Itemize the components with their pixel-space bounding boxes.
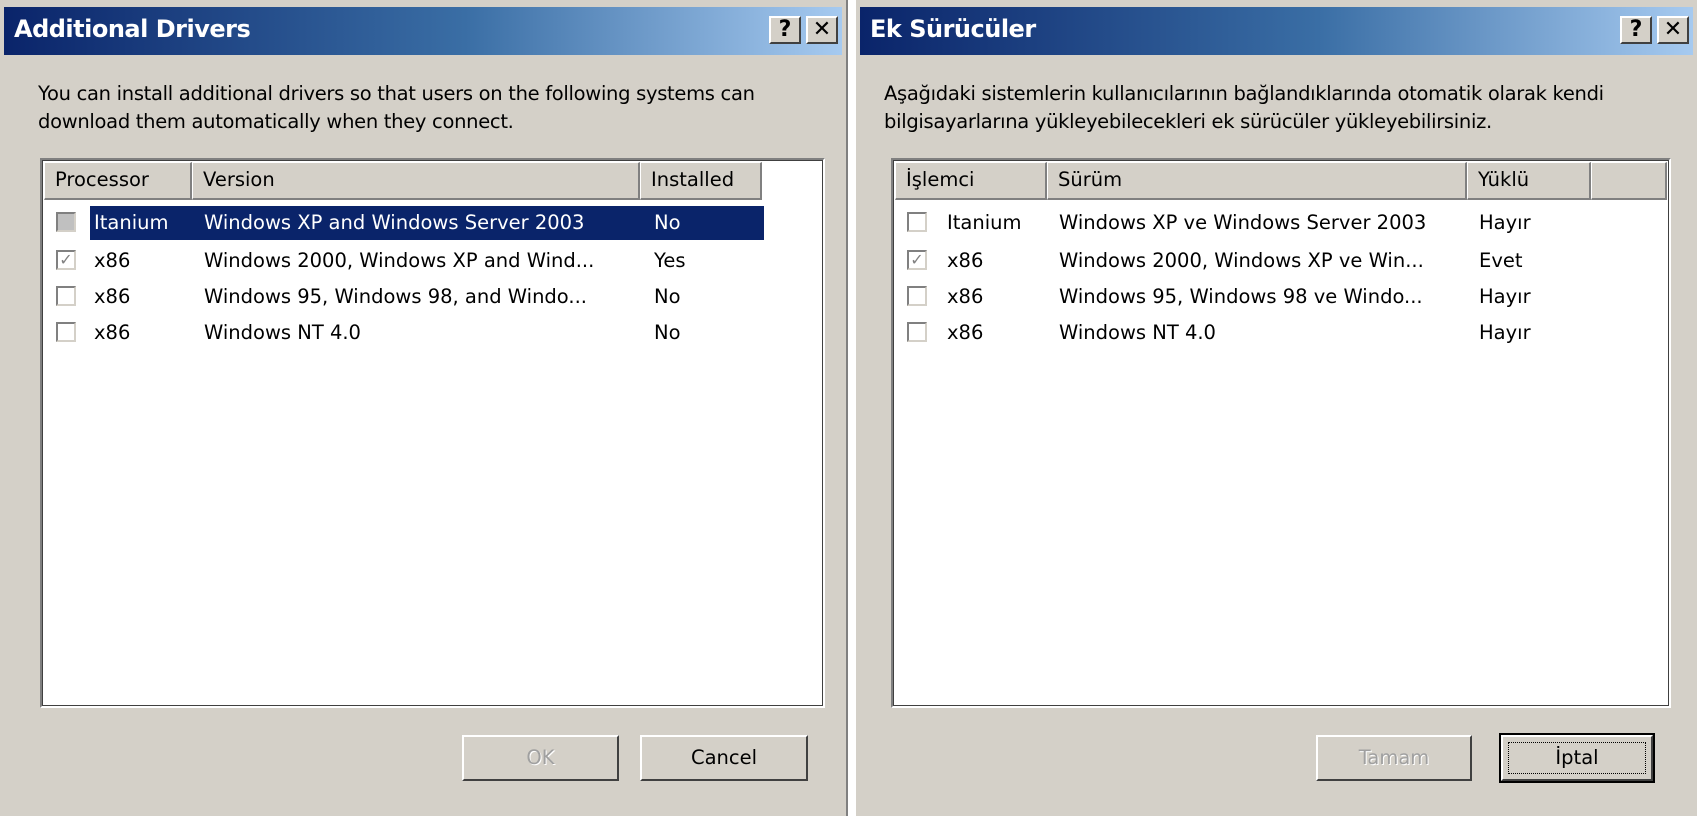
row-checkbox[interactable]: ✓ — [56, 250, 76, 270]
list-item[interactable]: x86 Windows 95, Windows 98 ve Windo... H… — [895, 278, 1665, 316]
dialog-title: Additional Drivers — [14, 15, 251, 43]
installed-cell: Hayır — [1479, 285, 1531, 308]
column-header-empty — [1591, 162, 1667, 200]
processor-cell: x86 — [94, 249, 131, 272]
installed-cell: Yes — [654, 249, 686, 272]
cancel-button[interactable]: Cancel — [640, 735, 808, 781]
additional-drivers-dialog: Additional Drivers ? ✕ You can install a… — [0, 0, 848, 816]
drivers-list[interactable]: İşlemci Sürüm Yüklü Itanium Windows XP v… — [891, 158, 1671, 708]
list-item[interactable]: Itanium Windows XP and Windows Server 20… — [44, 204, 764, 242]
row-checkbox[interactable] — [907, 286, 927, 306]
close-icon: ✕ — [812, 17, 832, 42]
list-item[interactable]: x86 Windows 95, Windows 98, and Windo...… — [44, 278, 764, 316]
version-cell: Windows XP ve Windows Server 2003 — [1059, 211, 1427, 234]
title-bar[interactable]: Ek Sürücüler ? ✕ — [860, 7, 1693, 55]
version-cell: Windows 95, Windows 98, and Windo... — [204, 285, 587, 308]
question-mark-icon: ? — [778, 17, 792, 42]
list-item[interactable]: ✓ x86 Windows 2000, Windows XP ve Win...… — [895, 242, 1665, 280]
close-button[interactable]: ✕ — [1657, 16, 1689, 44]
processor-cell: x86 — [947, 249, 984, 272]
column-header-version[interactable]: Version — [192, 162, 640, 200]
cancel-button[interactable]: İptal — [1499, 733, 1655, 783]
processor-cell: x86 — [94, 321, 131, 344]
installed-cell: No — [654, 285, 681, 308]
checkmark-icon: ✓ — [59, 250, 73, 269]
question-mark-icon: ? — [1629, 17, 1643, 42]
processor-cell: x86 — [947, 321, 984, 344]
column-header-installed[interactable]: Yüklü — [1467, 162, 1591, 200]
description-text: Aşağıdaki sistemlerin kullanıcılarının b… — [884, 82, 1604, 133]
row-checkbox[interactable]: ✓ — [907, 250, 927, 270]
drivers-list[interactable]: Processor Version Installed Itanium Wind… — [40, 158, 825, 708]
installed-cell: No — [654, 321, 681, 344]
checkmark-icon: ✓ — [910, 250, 924, 269]
focus-rectangle — [1508, 742, 1646, 774]
column-header-installed[interactable]: Installed — [640, 162, 762, 200]
list-item[interactable]: x86 Windows NT 4.0 No — [44, 314, 764, 352]
help-button[interactable]: ? — [769, 16, 801, 44]
version-cell: Windows 2000, Windows XP ve Win... — [1059, 249, 1424, 272]
ek-suruculer-dialog: Ek Sürücüler ? ✕ Aşağıdaki sistemlerin k… — [855, 0, 1697, 816]
ok-button[interactable]: Tamam — [1316, 735, 1472, 781]
version-cell: Windows 95, Windows 98 ve Windo... — [1059, 285, 1423, 308]
help-button[interactable]: ? — [1620, 16, 1652, 44]
installed-cell: No — [640, 206, 764, 240]
processor-cell: x86 — [947, 285, 984, 308]
processor-cell: Itanium — [90, 206, 194, 240]
processor-cell: Itanium — [947, 211, 1022, 234]
installed-cell: Evet — [1479, 249, 1523, 272]
description-text: You can install additional drivers so th… — [38, 82, 755, 133]
row-checkbox[interactable] — [56, 322, 76, 342]
list-item[interactable]: Itanium Windows XP ve Windows Server 200… — [895, 204, 1665, 242]
row-checkbox[interactable] — [56, 212, 76, 232]
column-header-version[interactable]: Sürüm — [1047, 162, 1467, 200]
title-bar[interactable]: Additional Drivers ? ✕ — [4, 7, 842, 55]
list-item[interactable]: x86 Windows NT 4.0 Hayır — [895, 314, 1665, 352]
version-cell: Windows 2000, Windows XP and Wind... — [204, 249, 595, 272]
installed-cell: Hayır — [1479, 321, 1531, 344]
close-icon: ✕ — [1663, 17, 1683, 42]
ok-button[interactable]: OK — [462, 735, 619, 781]
version-cell: Windows XP and Windows Server 2003 — [190, 206, 640, 240]
row-checkbox[interactable] — [907, 322, 927, 342]
dialog-title: Ek Sürücüler — [870, 15, 1036, 43]
close-button[interactable]: ✕ — [806, 16, 838, 44]
row-checkbox[interactable] — [907, 212, 927, 232]
installed-cell: Hayır — [1479, 211, 1531, 234]
processor-cell: x86 — [94, 285, 131, 308]
column-header-processor[interactable]: Processor — [44, 162, 192, 200]
version-cell: Windows NT 4.0 — [204, 321, 361, 344]
list-item[interactable]: ✓ x86 Windows 2000, Windows XP and Wind.… — [44, 242, 764, 280]
version-cell: Windows NT 4.0 — [1059, 321, 1216, 344]
row-checkbox[interactable] — [56, 286, 76, 306]
column-header-processor[interactable]: İşlemci — [895, 162, 1047, 200]
